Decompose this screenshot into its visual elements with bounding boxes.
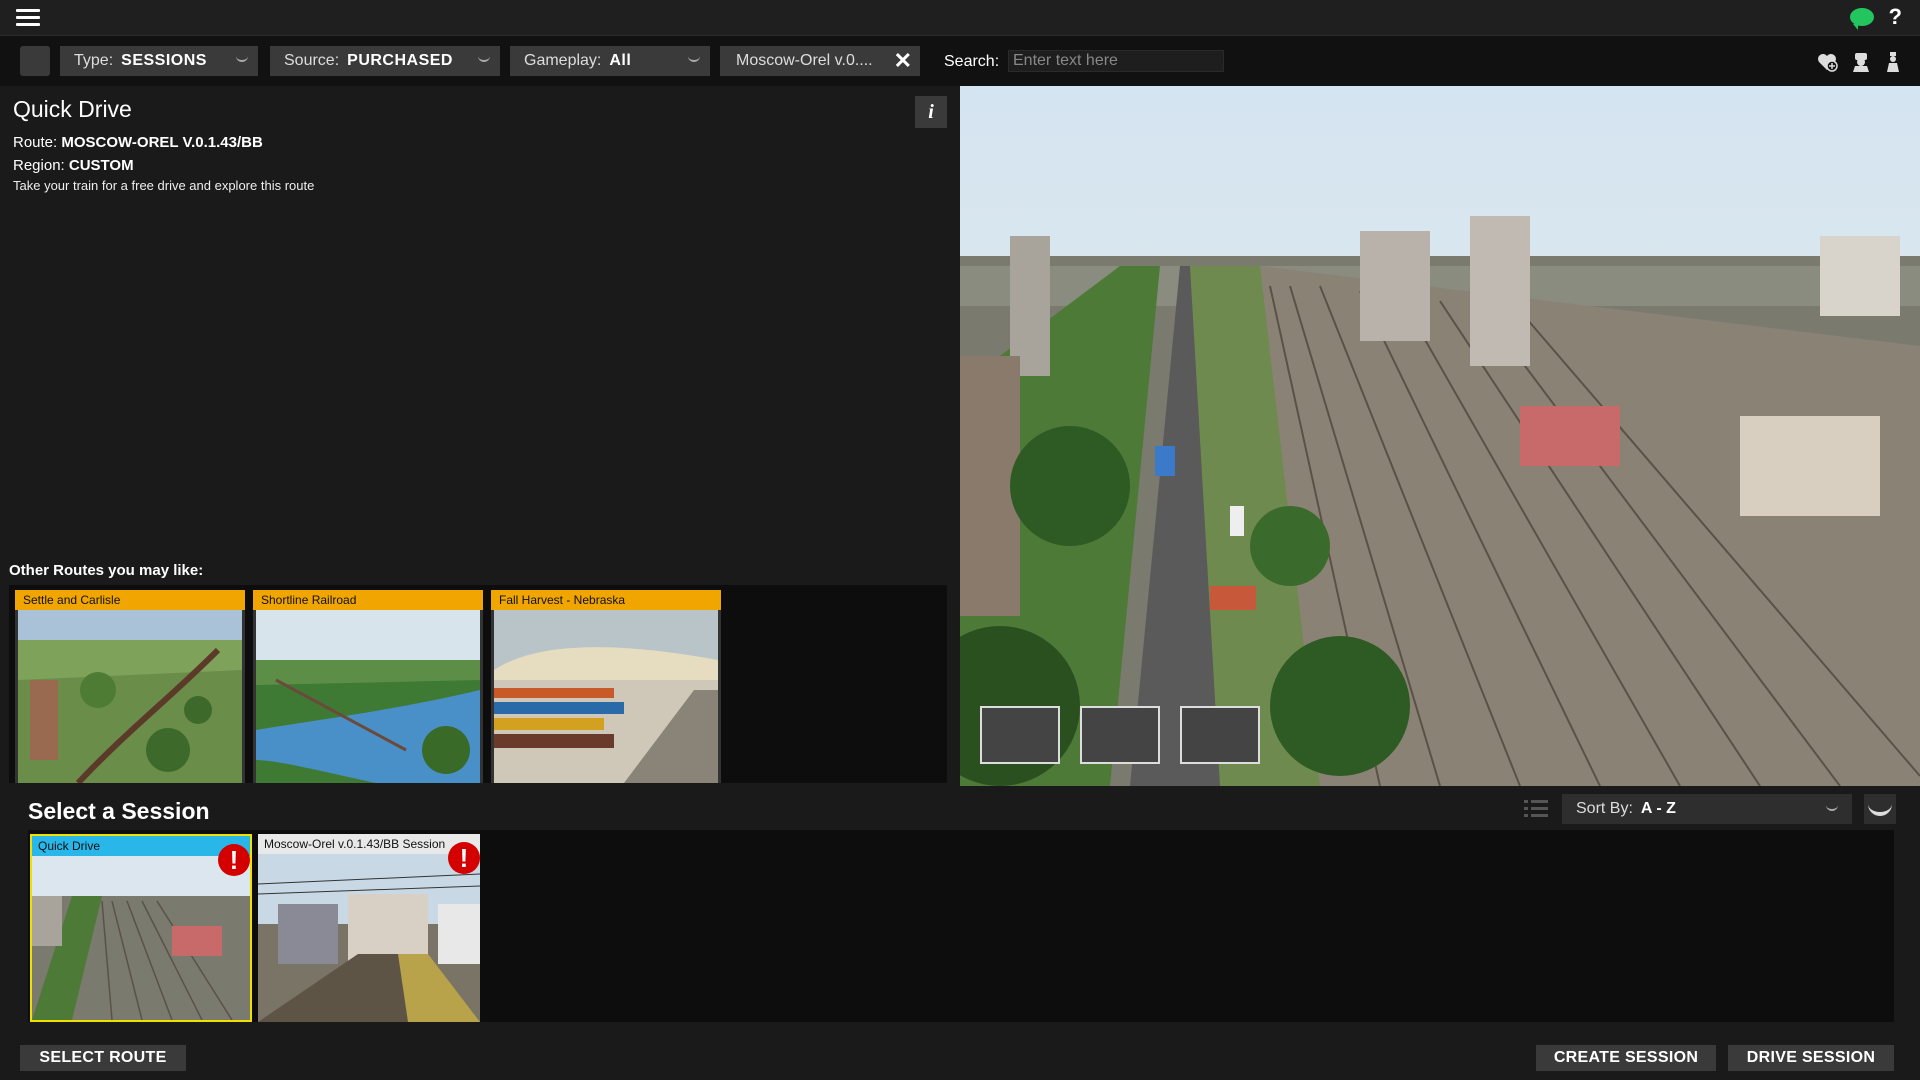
session-thumbnail	[32, 856, 250, 1020]
drive-session-button[interactable]: DRIVE SESSION	[1728, 1045, 1894, 1071]
top-bar: ?	[0, 0, 1920, 36]
page-title: Quick Drive	[13, 96, 132, 122]
preview-thumbnail-2[interactable]	[1080, 706, 1160, 764]
filter-bar: Type: SESSIONS Source: PURCHASED Gamepla…	[0, 36, 1920, 86]
warning-icon: !	[448, 842, 480, 874]
chat-bubble-icon[interactable]	[1850, 8, 1874, 30]
route-card-label: Settle and Carlisle	[15, 590, 245, 610]
warning-icon: !	[218, 844, 250, 876]
route-card-settle-carlisle[interactable]: Settle and Carlisle	[15, 590, 245, 783]
session-description: Take your train for a free drive and exp…	[13, 178, 315, 193]
session-card-quick-drive[interactable]: Quick Drive !	[30, 834, 252, 1022]
route-card-fall-harvest[interactable]: Fall Harvest - Nebraska	[491, 590, 721, 783]
type-label: Type:	[74, 52, 114, 69]
gameplay-value: All	[609, 52, 632, 69]
route-card-label: Shortline Railroad	[253, 590, 483, 610]
select-route-button[interactable]: SELECT ROUTE	[20, 1045, 186, 1071]
route-thumbnail	[256, 610, 480, 783]
collapse-chevron-icon[interactable]	[1864, 794, 1896, 824]
session-card-moscow-orel[interactable]: Moscow-Orel v.0.1.43/BB Session !	[258, 834, 480, 1022]
route-thumbnail	[18, 610, 242, 783]
route-info: Route: MOSCOW-OREL V.0.1.43/BB	[13, 134, 263, 151]
gameplay-label: Gameplay:	[524, 52, 602, 69]
type-value: SESSIONS	[121, 52, 207, 69]
chevron-down-icon	[1826, 803, 1838, 811]
source-value: PURCHASED	[347, 52, 453, 69]
favorite-add-icon[interactable]	[1816, 51, 1838, 73]
source-label: Source:	[284, 52, 340, 69]
route-thumbnail	[494, 610, 718, 783]
session-card-label: Quick Drive	[32, 836, 250, 856]
engineer-icon[interactable]	[1850, 51, 1872, 73]
preview-scene	[960, 86, 1920, 786]
chevron-down-icon	[236, 54, 248, 62]
guard-icon[interactable]	[1882, 51, 1904, 73]
region-label: Region:	[13, 157, 65, 174]
sort-dropdown[interactable]: Sort By: A - Z	[1562, 794, 1852, 824]
chevron-down-icon	[688, 54, 700, 62]
route-value: MOSCOW-OREL V.0.1.43/BB	[61, 134, 263, 151]
search-input[interactable]	[1008, 50, 1224, 72]
region-value: CUSTOM	[68, 157, 134, 174]
session-card-label: Moscow-Orel v.0.1.43/BB Session	[258, 834, 480, 854]
route-card-label: Fall Harvest - Nebraska	[491, 590, 721, 610]
source-dropdown[interactable]: Source: PURCHASED	[270, 46, 500, 76]
other-routes-title: Other Routes you may like:	[9, 562, 204, 579]
route-filter-text: Moscow-Orel v.0....	[736, 52, 873, 69]
route-filter-tag: Moscow-Orel v.0.... ✕	[720, 46, 920, 76]
hamburger-menu-icon[interactable]	[16, 8, 40, 28]
section-title: Select a Session	[28, 798, 210, 824]
region-info: Region: CUSTOM	[13, 157, 134, 174]
select-all-checkbox[interactable]	[20, 46, 50, 76]
session-list: Quick Drive ! Moscow-Orel v.0.1.43/BB Se…	[28, 830, 1894, 1022]
preview-thumbnail-3[interactable]	[1180, 706, 1260, 764]
close-icon[interactable]: ✕	[894, 48, 912, 74]
other-routes-strip: Settle and Carlisle Shortline Railroad F…	[9, 585, 947, 783]
info-icon[interactable]: i	[915, 96, 947, 128]
route-label: Route:	[13, 134, 58, 151]
gameplay-dropdown[interactable]: Gameplay: All	[510, 46, 710, 76]
sort-label: Sort By:	[1576, 800, 1633, 817]
session-header: Select a Session Sort By: A - Z	[0, 786, 1920, 830]
session-thumbnail	[258, 854, 480, 1022]
route-card-shortline-railroad[interactable]: Shortline Railroad	[253, 590, 483, 783]
help-icon[interactable]: ?	[1889, 4, 1902, 30]
type-dropdown[interactable]: Type: SESSIONS	[60, 46, 258, 76]
create-session-button[interactable]: CREATE SESSION	[1536, 1045, 1716, 1071]
sort-value: A - Z	[1640, 800, 1676, 817]
details-panel: Quick Drive i Route: MOSCOW-OREL V.0.1.4…	[0, 86, 960, 786]
preview-thumbnail-1[interactable]	[980, 706, 1060, 764]
list-view-icon[interactable]	[1524, 798, 1548, 820]
search-label: Search:	[944, 53, 1000, 70]
route-preview-image	[960, 86, 1920, 786]
chevron-down-icon	[478, 54, 490, 62]
